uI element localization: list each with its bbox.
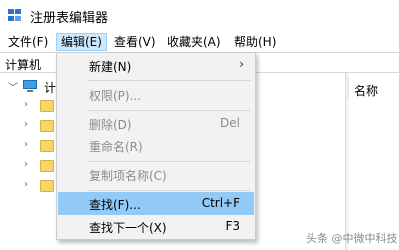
- chevron-right-icon[interactable]: ›: [24, 179, 28, 190]
- submenu-arrow-icon: ›: [239, 57, 244, 71]
- menu-help[interactable]: 帮助(H): [230, 33, 280, 51]
- menu-item-copy-key-name[interactable]: 复制项名称(C): [58, 163, 254, 186]
- folder-icon: [40, 140, 54, 152]
- list-header: 名称: [348, 73, 399, 103]
- column-divider[interactable]: [348, 77, 349, 99]
- menu-item-find-next[interactable]: 查找下一个(X) F3: [58, 215, 254, 238]
- chevron-right-icon[interactable]: ›: [24, 119, 28, 130]
- menu-item-label: 新建(N): [89, 60, 132, 74]
- menu-separator: [87, 190, 251, 191]
- folder-icon: [40, 180, 54, 192]
- column-header-name[interactable]: 名称: [354, 82, 378, 99]
- chevron-right-icon[interactable]: ›: [24, 139, 28, 150]
- menu-view[interactable]: 查看(V): [110, 33, 160, 51]
- window-title: 注册表编辑器: [30, 11, 109, 26]
- menu-item-new[interactable]: 新建(N) ›: [58, 54, 254, 77]
- menu-item-label: 复制项名称(C): [89, 169, 167, 183]
- folder-icon: [40, 120, 54, 132]
- menu-item-delete[interactable]: 删除(D) Del: [58, 112, 254, 135]
- menu-separator: [87, 110, 251, 111]
- menu-edit[interactable]: 编辑(E): [56, 33, 107, 51]
- menu-item-shortcut: F3: [225, 219, 240, 233]
- watermark-text: 头条 @中微中科技: [306, 232, 398, 245]
- menu-item-label: 重命名(R): [89, 140, 143, 154]
- folder-icon: [40, 100, 54, 112]
- menu-separator: [87, 80, 251, 81]
- menu-item-find[interactable]: 查找(F)... Ctrl+F: [58, 192, 254, 215]
- title-bar: 注册表编辑器: [0, 0, 399, 31]
- menu-item-rename[interactable]: 重命名(R): [58, 134, 254, 157]
- tree-root-label: 计: [44, 81, 57, 95]
- edit-menu-dropdown: 新建(N) › 权限(P)... 删除(D) Del 重命名(R) 复制项名称(…: [56, 52, 256, 240]
- computer-icon: [22, 80, 38, 93]
- menu-bar: 文件(F) 编辑(E) 查看(V) 收藏夹(A) 帮助(H): [0, 31, 399, 52]
- chevron-right-icon[interactable]: ›: [24, 99, 28, 110]
- registry-editor-icon: [8, 9, 22, 22]
- menu-item-label: 查找(F)...: [89, 198, 141, 212]
- menu-item-label: 删除(D): [89, 118, 132, 132]
- menu-item-label: 查找下一个(X): [89, 221, 167, 235]
- folder-icon: [40, 160, 54, 172]
- expand-open-icon[interactable]: ﹀: [8, 79, 18, 94]
- address-path: 计算机: [5, 58, 42, 72]
- menu-item-permissions[interactable]: 权限(P)...: [58, 83, 254, 106]
- menu-file[interactable]: 文件(F): [4, 33, 52, 51]
- menu-favorites[interactable]: 收藏夹(A): [163, 33, 225, 51]
- menu-item-label: 权限(P)...: [89, 89, 142, 103]
- menu-separator: [87, 161, 251, 162]
- menu-item-shortcut: Ctrl+F: [201, 196, 240, 210]
- chevron-right-icon[interactable]: ›: [24, 159, 28, 170]
- menu-item-shortcut: Del: [220, 116, 240, 130]
